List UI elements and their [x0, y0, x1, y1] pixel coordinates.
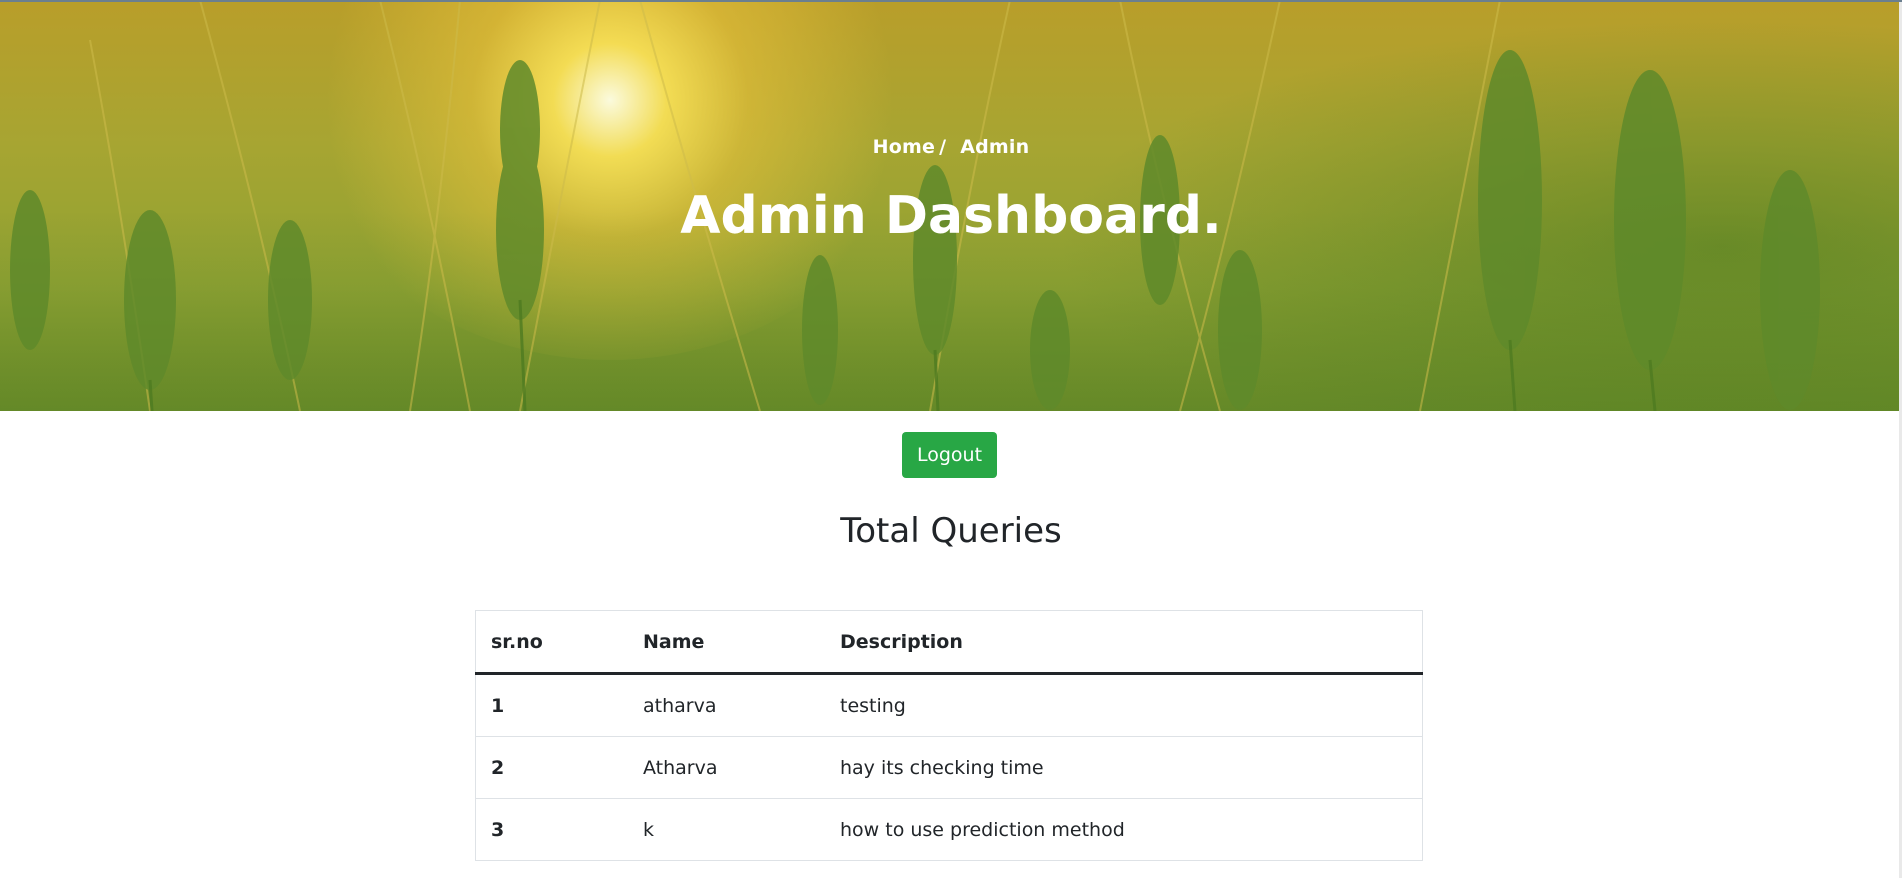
top-border — [0, 0, 1902, 2]
queries-table-container: sr.no Name Description 1 atharva testing… — [475, 610, 1423, 861]
table-body: 1 atharva testing 2 Atharva hay its chec… — [475, 673, 1423, 861]
breadcrumb-current: Admin — [960, 136, 1030, 158]
cell-description: testing — [825, 673, 1423, 737]
cell-name: Atharva — [628, 736, 825, 799]
page-title: Admin Dashboard. — [680, 186, 1222, 246]
cell-srno: 2 — [475, 736, 628, 799]
queries-table: sr.no Name Description 1 atharva testing… — [475, 610, 1423, 861]
cell-name: atharva — [628, 673, 825, 737]
cell-srno: 3 — [475, 798, 628, 861]
table-row: 2 Atharva hay its checking time — [475, 736, 1423, 799]
admin-page: Home / Admin Admin Dashboard. Logout Total… — [0, 0, 1902, 878]
table-row: 3 k how to use prediction method — [475, 798, 1423, 861]
column-header-name: Name — [628, 610, 825, 675]
cell-name: k — [628, 798, 825, 861]
table-row: 1 atharva testing — [475, 673, 1423, 737]
table-header: sr.no Name Description — [475, 610, 1423, 675]
breadcrumb-home-link[interactable]: Home — [873, 136, 935, 158]
hero-content: Home / Admin Admin Dashboard. — [0, 0, 1902, 411]
table-header-row: sr.no Name Description — [475, 610, 1423, 675]
breadcrumb: Home / Admin — [0, 136, 1902, 158]
hero-banner: Home / Admin Admin Dashboard. — [0, 0, 1902, 411]
column-header-description: Description — [825, 610, 1423, 675]
cell-srno: 1 — [475, 673, 628, 737]
column-header-srno: sr.no — [475, 610, 628, 675]
queries-heading: Total Queries — [840, 511, 1062, 551]
cell-description: hay its checking time — [825, 736, 1423, 799]
cell-description: how to use prediction method — [825, 798, 1423, 861]
logout-button[interactable]: Logout — [902, 432, 997, 478]
breadcrumb-separator: / — [939, 136, 947, 158]
